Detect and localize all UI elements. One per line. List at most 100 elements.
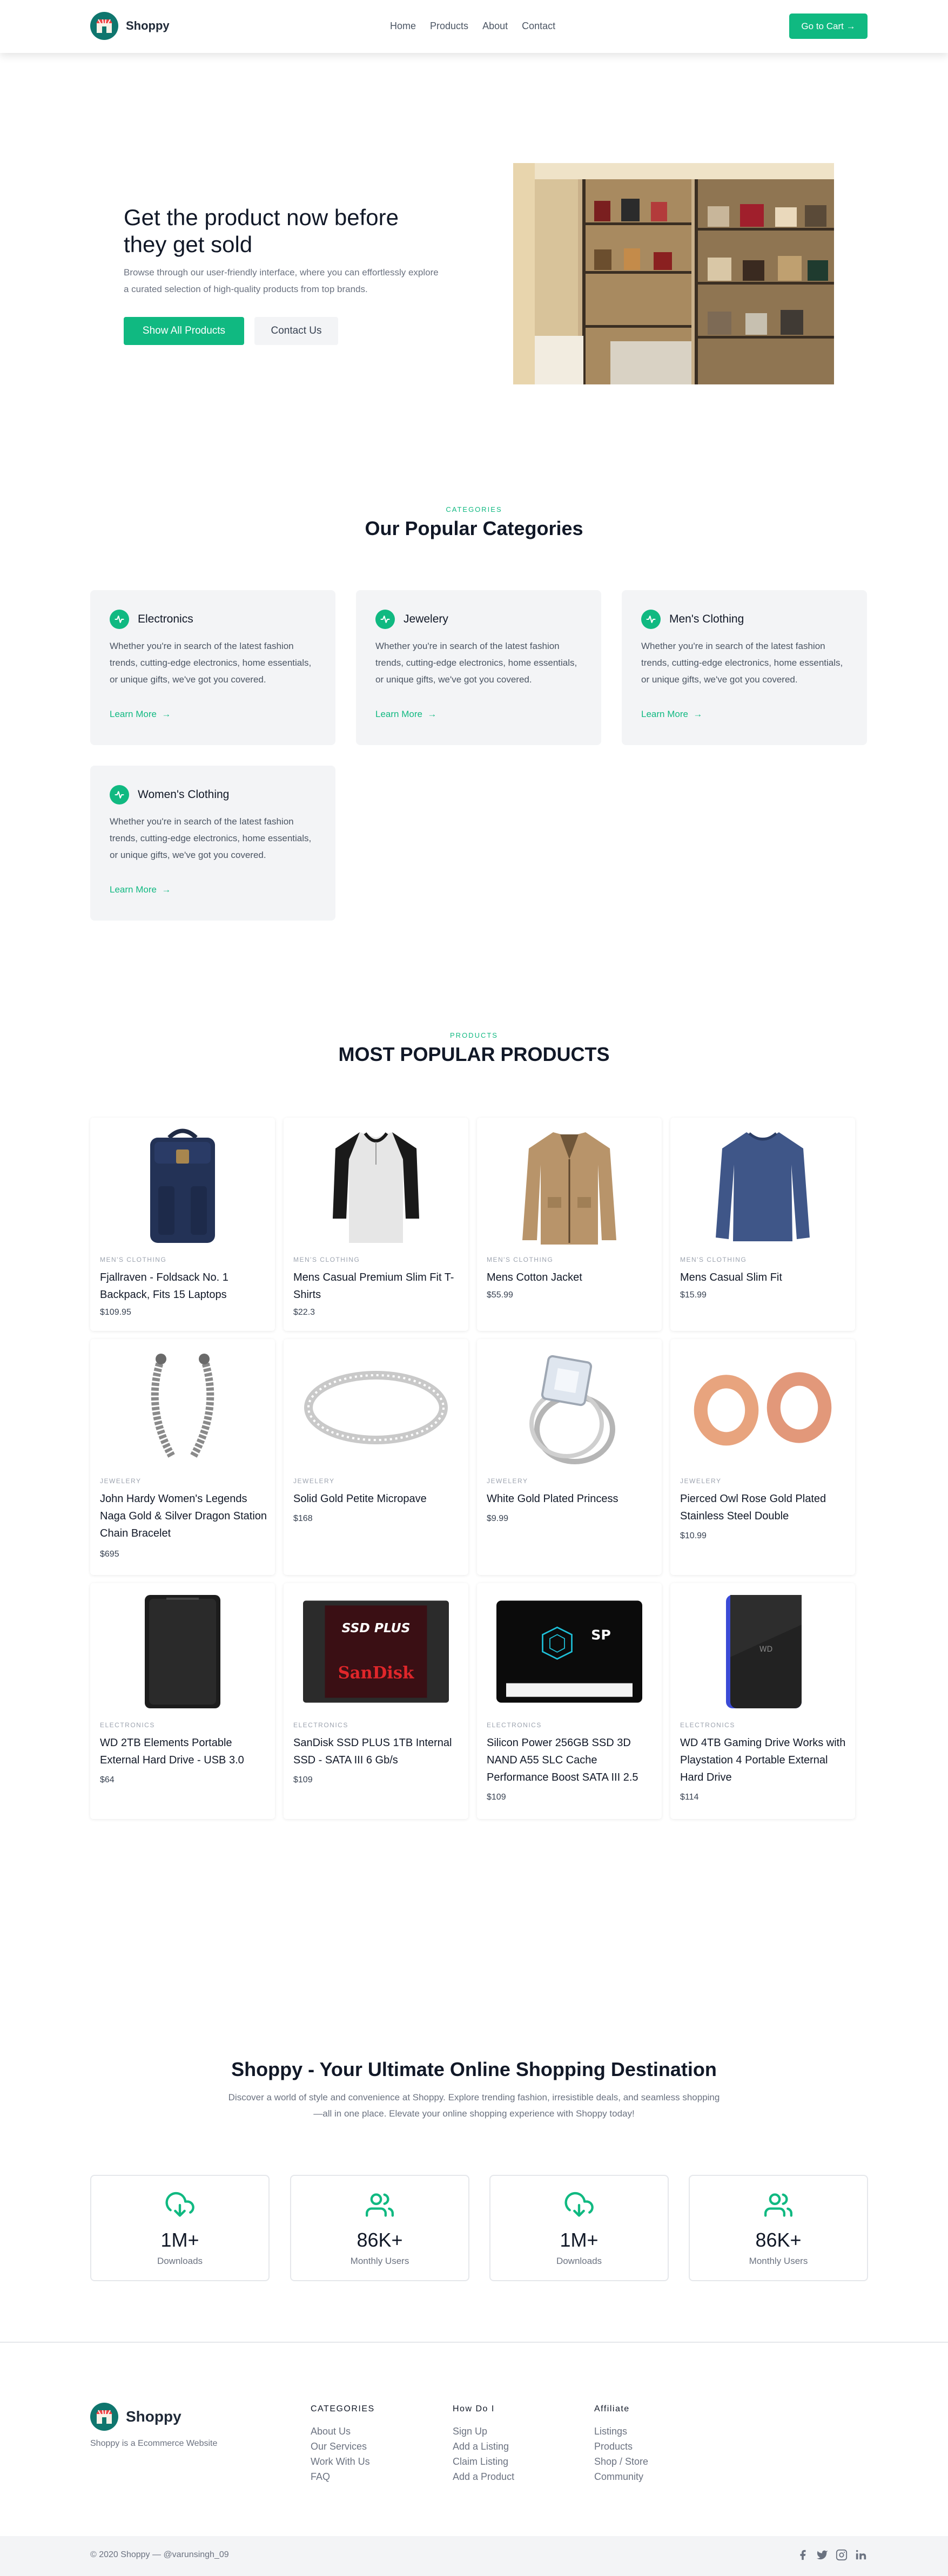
categories-eyebrow: CATEGORIES <box>446 505 502 513</box>
product-category: MEN'S CLOTHING <box>680 1256 747 1263</box>
brand-name: Shoppy <box>126 19 170 32</box>
nav-home[interactable]: Home <box>390 21 416 32</box>
instagram-icon[interactable] <box>836 2549 848 2564</box>
stat-value: 86K+ <box>755 2229 802 2251</box>
nav-about[interactable]: About <box>482 21 508 32</box>
footer-link[interactable]: Our Services <box>311 2439 375 2454</box>
stat-value: 86K+ <box>357 2229 403 2251</box>
product-price: $10.99 <box>680 1531 707 1540</box>
activity-icon <box>110 785 129 804</box>
activity-icon <box>641 610 661 629</box>
arrow-right-icon: → <box>159 709 171 719</box>
product-card[interactable]: JEWELERY Solid Gold Petite Micropave $16… <box>284 1339 468 1575</box>
learn-more-link[interactable]: Learn More → <box>110 709 171 720</box>
product-image-ring <box>303 1348 449 1468</box>
product-category: ELECTRONICS <box>293 1721 348 1729</box>
nav-contact[interactable]: Contact <box>522 21 555 32</box>
footer-brand[interactable]: Shoppy <box>90 2403 181 2431</box>
contact-us-button[interactable]: Contact Us <box>254 317 338 345</box>
footer-link[interactable]: Shop / Store <box>594 2454 648 2469</box>
stat-card: 86K+ Monthly Users <box>290 2175 469 2281</box>
product-category: ELECTRONICS <box>680 1721 735 1729</box>
product-category: ELECTRONICS <box>487 1721 542 1729</box>
category-card-mens-clothing[interactable]: Men's Clothing Whether you're in search … <box>622 590 867 745</box>
svg-text:SanDisk: SanDisk <box>338 1664 414 1683</box>
product-card[interactable]: MEN'S CLOTHING Fjallraven - Foldsack No.… <box>90 1118 275 1331</box>
product-price: $64 <box>100 1775 115 1784</box>
footer-link[interactable]: About Us <box>311 2424 375 2439</box>
footer-link[interactable]: Products <box>594 2439 648 2454</box>
footer-link[interactable]: Community <box>594 2469 648 2484</box>
learn-more-link[interactable]: Learn More → <box>641 709 702 720</box>
footer-link[interactable]: FAQ <box>311 2469 375 2484</box>
footer-column-title: CATEGORIES <box>311 2404 375 2413</box>
footer-link[interactable]: Work With Us <box>311 2454 375 2469</box>
category-card-jewelery[interactable]: Jewelery Whether you're in search of the… <box>356 590 601 745</box>
product-category: JEWELERY <box>100 1477 142 1485</box>
product-card[interactable]: SSD PLUS SanDisk ELECTRONICS SanDisk SSD… <box>284 1583 468 1819</box>
product-title: Fjallraven - Foldsack No. 1 Backpack, Fi… <box>100 1272 228 1301</box>
product-card[interactable]: MEN'S CLOTHING Mens Casual Slim Fit $15.… <box>670 1118 855 1331</box>
stat-label: Downloads <box>157 2256 203 2266</box>
twitter-icon[interactable] <box>816 2549 828 2564</box>
product-card[interactable]: WD ELECTRONICS WD 4TB Gaming Drive Works… <box>670 1583 855 1819</box>
product-card[interactable]: ELECTRONICS WD 2TB Elements Portable Ext… <box>90 1583 275 1819</box>
users-icon <box>291 2191 468 2219</box>
product-image-wd-hard-drive <box>110 1592 256 1712</box>
footer-bottom-bar: © 2020 Shoppy — @varunsingh_09 <box>0 2536 948 2576</box>
product-category: ELECTRONICS <box>100 1721 155 1729</box>
product-price: $22.3 <box>293 1308 315 1317</box>
category-name: Jewelery <box>404 613 448 625</box>
product-category: JEWELERY <box>293 1477 335 1485</box>
footer-link[interactable]: Claim Listing <box>453 2454 514 2469</box>
brand[interactable]: Shoppy <box>90 12 170 40</box>
stat-card: 86K+ Monthly Users <box>689 2175 868 2281</box>
activity-icon <box>110 610 129 629</box>
linkedin-icon[interactable] <box>855 2549 867 2564</box>
footer-link[interactable]: Add a Listing <box>453 2439 514 2454</box>
cloud-download-icon <box>91 2191 268 2219</box>
product-card[interactable]: JEWELERY White Gold Plated Princess $9.9… <box>477 1339 662 1575</box>
product-card[interactable]: SP ELECTRONICS Silicon Power 256GB SSD 3… <box>477 1583 662 1819</box>
cloud-download-icon <box>490 2191 668 2219</box>
product-category: MEN'S CLOTHING <box>487 1256 554 1263</box>
footer-link[interactable]: Sign Up <box>453 2424 514 2439</box>
users-icon <box>690 2191 867 2219</box>
product-card[interactable]: MEN'S CLOTHING Mens Casual Premium Slim … <box>284 1118 468 1331</box>
category-card-electronics[interactable]: Electronics Whether you're in search of … <box>90 590 335 745</box>
footer-tagline: Shoppy is a Ecommerce Website <box>90 2439 218 2448</box>
stat-value: 1M+ <box>160 2229 199 2251</box>
facebook-icon[interactable] <box>797 2549 809 2564</box>
stat-label: Monthly Users <box>350 2256 409 2266</box>
product-image-backpack <box>110 1126 256 1246</box>
product-card[interactable]: MEN'S CLOTHING Mens Cotton Jacket $55.99 <box>477 1118 662 1331</box>
footer-link[interactable]: Listings <box>594 2424 648 2439</box>
svg-text:SSD PLUS: SSD PLUS <box>341 1620 410 1635</box>
category-card-womens-clothing[interactable]: Women's Clothing Whether you're in searc… <box>90 766 335 921</box>
nav-products[interactable]: Products <box>430 21 468 32</box>
footer-link[interactable]: Add a Product <box>453 2469 514 2484</box>
copyright: © 2020 Shoppy — @varunsingh_09 <box>90 2550 229 2559</box>
footer-column-title: Affiliate <box>594 2404 630 2413</box>
product-card[interactable]: JEWELERY John Hardy Women's Legends Naga… <box>90 1339 275 1575</box>
product-image-wd-gaming-drive: WD <box>690 1592 836 1712</box>
product-price: $695 <box>100 1550 119 1559</box>
svg-text:SP: SP <box>591 1627 611 1643</box>
learn-more-link[interactable]: Learn More → <box>375 709 436 720</box>
product-image-plugs <box>690 1348 836 1468</box>
footer-column-categories: CATEGORIES About Us Our Services Work Wi… <box>311 2404 375 2484</box>
product-price: $55.99 <box>487 1290 513 1300</box>
product-card[interactable]: JEWELERY Pierced Owl Rose Gold Plated St… <box>670 1339 855 1575</box>
product-price: $168 <box>293 1514 313 1523</box>
product-title: White Gold Plated Princess <box>487 1493 618 1505</box>
product-price: $109 <box>487 1793 506 1802</box>
product-category: MEN'S CLOTHING <box>293 1256 360 1263</box>
stat-label: Downloads <box>556 2256 602 2266</box>
learn-more-link[interactable]: Learn More → <box>110 884 171 895</box>
go-to-cart-button[interactable]: Go to Cart → <box>789 13 868 39</box>
category-name: Electronics <box>138 613 193 625</box>
show-all-products-button[interactable]: Show All Products <box>124 317 244 345</box>
author-handle-link[interactable]: @varunsingh_09 <box>163 2550 228 2559</box>
category-description: Whether you're in search of the latest f… <box>110 641 312 685</box>
footer-column-affiliate: Affiliate Listings Products Shop / Store… <box>594 2404 648 2484</box>
